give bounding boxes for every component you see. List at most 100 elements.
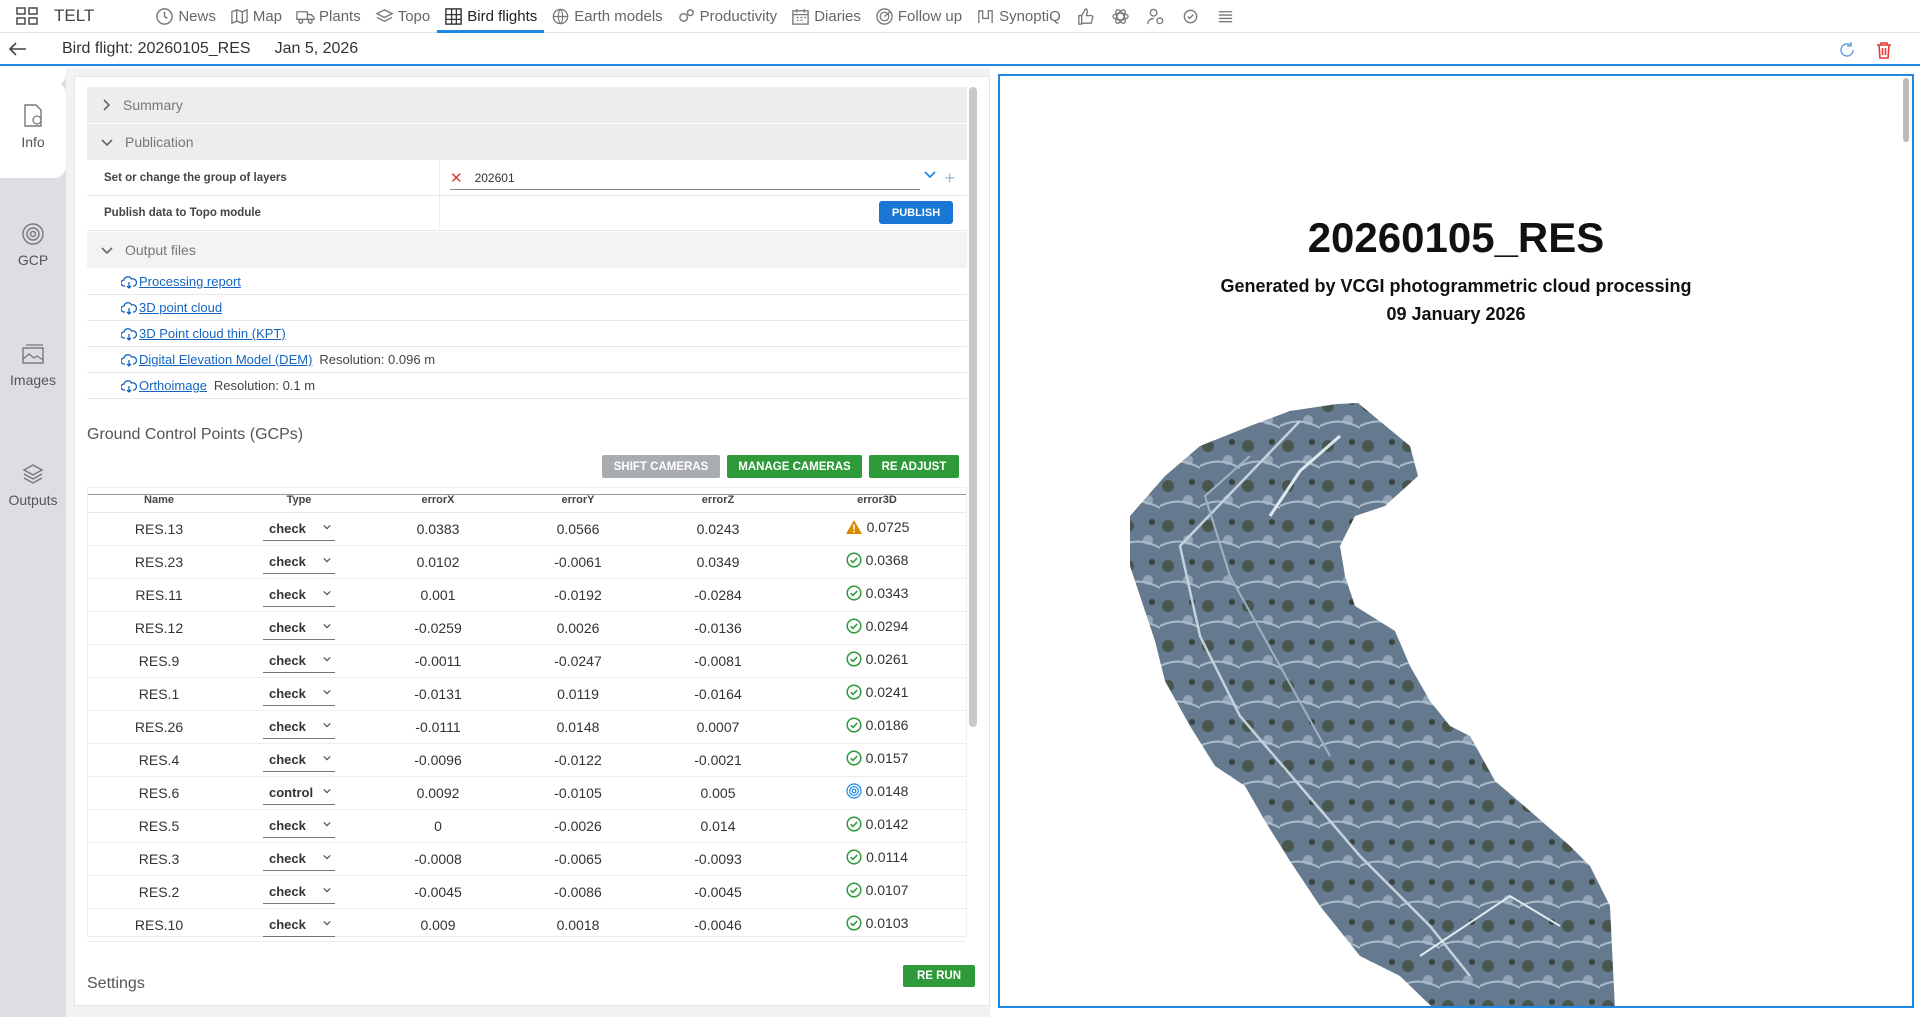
nav-item-earth-models[interactable]: Earth models	[544, 0, 669, 33]
gcp-type-select[interactable]: check	[263, 748, 335, 772]
top-navigation-bar: TELT News Map Plants Topo Bird flights E…	[0, 0, 1920, 33]
nav-label: Map	[252, 7, 283, 25]
settings-title: Settings	[87, 975, 145, 992]
report-preview[interactable]: 20260105_RES Generated by VCGI photogram…	[998, 74, 1914, 1008]
trash-icon[interactable]	[1876, 41, 1892, 62]
table-row[interactable]: RES.13 check 0.0383 0.0566 0.0243 0.0725	[88, 512, 966, 546]
table-row[interactable]: RES.3 check -0.0008 -0.0065 -0.0093 0.0114	[88, 842, 966, 876]
atom-icon[interactable]	[1103, 0, 1138, 33]
manage-cameras-button[interactable]: MANAGE CAMERAS	[727, 455, 862, 478]
re-adjust-button[interactable]: RE ADJUST	[869, 455, 959, 478]
table-row[interactable]: RES.9 check -0.0011 -0.0247 -0.0081 0.0261	[88, 644, 966, 678]
back-arrow-icon[interactable]	[0, 32, 36, 65]
thumbs-up-icon[interactable]	[1068, 0, 1103, 33]
gcp-type-cell: check	[230, 644, 368, 678]
panel-scrollbar[interactable]	[969, 87, 977, 727]
gcp-error-3d-cell: 0.0725	[788, 512, 966, 546]
gcp-type-select[interactable]: check	[263, 649, 335, 673]
publication-header[interactable]: Publication	[87, 124, 967, 161]
col-errorz[interactable]: errorZ	[648, 488, 788, 513]
shift-cameras-button[interactable]: SHIFT CAMERAS	[602, 455, 720, 478]
gcp-type-value: check	[269, 685, 306, 701]
col-errorx[interactable]: errorX	[368, 488, 508, 513]
col-type[interactable]: Type	[230, 488, 368, 513]
output-file-link[interactable]: Digital Elevation Model (DEM)	[121, 352, 312, 367]
gcp-error-z: -0.0081	[648, 644, 788, 678]
col-errory[interactable]: errorY	[508, 488, 648, 513]
gcp-error-x: 0.0383	[368, 512, 508, 546]
gcp-error-x: -0.0008	[368, 842, 508, 876]
output-file-link[interactable]: 3D Point cloud thin (KPT)	[121, 326, 286, 341]
output-file-link[interactable]: 3D point cloud	[121, 300, 222, 315]
gcp-type-select[interactable]: check	[263, 583, 335, 607]
nav-item-follow-up[interactable]: Follow up	[868, 0, 969, 33]
chevron-down-icon	[101, 139, 113, 147]
cloud-download-icon	[121, 301, 137, 315]
gcp-error-3d-cell: 0.0107	[788, 875, 966, 909]
table-row[interactable]: RES.10 check 0.009 0.0018 -0.0046 0.0103	[88, 908, 966, 942]
output-file-link[interactable]: Orthoimage	[121, 378, 207, 393]
add-icon[interactable]: +	[944, 168, 955, 189]
output-files-header[interactable]: Output files	[87, 232, 967, 269]
user-settings-icon[interactable]	[1138, 0, 1173, 33]
table-row[interactable]: RES.4 check -0.0096 -0.0122 -0.0021 0.0157	[88, 743, 966, 777]
gcp-type-select[interactable]: check	[263, 517, 335, 541]
nav-item-diaries[interactable]: Diaries	[784, 0, 868, 33]
rail-item-gcp[interactable]: GCP	[0, 222, 66, 268]
table-row[interactable]: RES.23 check 0.0102 -0.0061 0.0349 0.0368	[88, 545, 966, 579]
nav-item-news[interactable]: News	[148, 0, 223, 33]
nav-item-productivity[interactable]: Productivity	[670, 0, 785, 33]
publish-label: Publish data to Topo module	[87, 196, 440, 230]
output-file-link[interactable]: Processing report	[121, 274, 241, 289]
nav-item-bird-flights[interactable]: Bird flights	[437, 0, 545, 33]
rail-item-info[interactable]: Info	[0, 104, 66, 150]
app-brand: TELT	[54, 6, 95, 25]
col-error3d[interactable]: error3D	[788, 488, 966, 513]
gcp-error-y: 0.0026	[508, 611, 648, 645]
check-circle-icon[interactable]	[1173, 0, 1208, 33]
publish-button[interactable]: PUBLISH	[879, 201, 953, 224]
gcp-type-cell: check	[230, 545, 368, 579]
layer-group-select[interactable]: ✕ 202601	[450, 166, 936, 190]
nav-item-synoptiq[interactable]: SynoptiQ	[969, 0, 1068, 33]
summary-header[interactable]: Summary	[87, 87, 967, 124]
gcp-type-select[interactable]: check	[263, 550, 335, 574]
nav-item-topo[interactable]: Topo	[368, 0, 438, 33]
gcp-type-select[interactable]: check	[263, 880, 335, 904]
table-row[interactable]: RES.6 control 0.0092 -0.0105 0.005 0.0148	[88, 776, 966, 810]
table-row[interactable]: RES.5 check 0 -0.0026 0.014 0.0142	[88, 809, 966, 843]
gcp-type-select[interactable]: check	[263, 814, 335, 838]
table-row[interactable]: RES.2 check -0.0045 -0.0086 -0.0045 0.0107	[88, 875, 966, 909]
table-row[interactable]: RES.11 check 0.001 -0.0192 -0.0284 0.0343	[88, 578, 966, 612]
re-run-button[interactable]: RE RUN	[903, 965, 975, 987]
gcp-type-select[interactable]: check	[263, 616, 335, 640]
chevron-down-icon[interactable]	[924, 168, 936, 182]
refresh-icon[interactable]	[1838, 41, 1856, 62]
cloud-download-icon	[121, 327, 137, 341]
nav-item-map[interactable]: Map	[223, 0, 289, 33]
layer-group-label: Set or change the group of layers	[87, 161, 440, 195]
table-row[interactable]: RES.12 check -0.0259 0.0026 -0.0136 0.0294	[88, 611, 966, 645]
gcp-name: RES.23	[88, 545, 230, 579]
gcp-type-value: check	[269, 751, 306, 767]
radar-icon	[876, 7, 893, 25]
output-file-resolution: Resolution: 0.1 m	[213, 378, 316, 393]
gcp-error-3d-cell: 0.0368	[788, 545, 966, 579]
menu-icon[interactable]	[1208, 0, 1243, 33]
gcp-type-select[interactable]: check	[263, 913, 335, 937]
gcp-type-select[interactable]: check	[263, 715, 335, 739]
gcp-type-select[interactable]: check	[263, 847, 335, 871]
rail-item-images[interactable]: Images	[0, 342, 66, 388]
table-row[interactable]: RES.1 check -0.0131 0.0119 -0.0164 0.0241	[88, 677, 966, 711]
rail-item-outputs[interactable]: Outputs	[0, 462, 66, 508]
gcp-type-select[interactable]: control	[263, 781, 335, 805]
target-icon	[22, 223, 44, 245]
col-name[interactable]: Name	[88, 488, 230, 513]
clear-icon[interactable]: ✕	[450, 169, 463, 187]
table-row[interactable]: RES.26 check -0.0111 0.0148 0.0007 0.0186	[88, 710, 966, 744]
apps-grid-icon[interactable]	[0, 0, 54, 33]
nav-label: Diaries	[814, 7, 861, 25]
gcp-type-select[interactable]: check	[263, 682, 335, 706]
nav-item-plants[interactable]: Plants	[289, 0, 368, 33]
nav-label: Bird flights	[467, 7, 538, 25]
